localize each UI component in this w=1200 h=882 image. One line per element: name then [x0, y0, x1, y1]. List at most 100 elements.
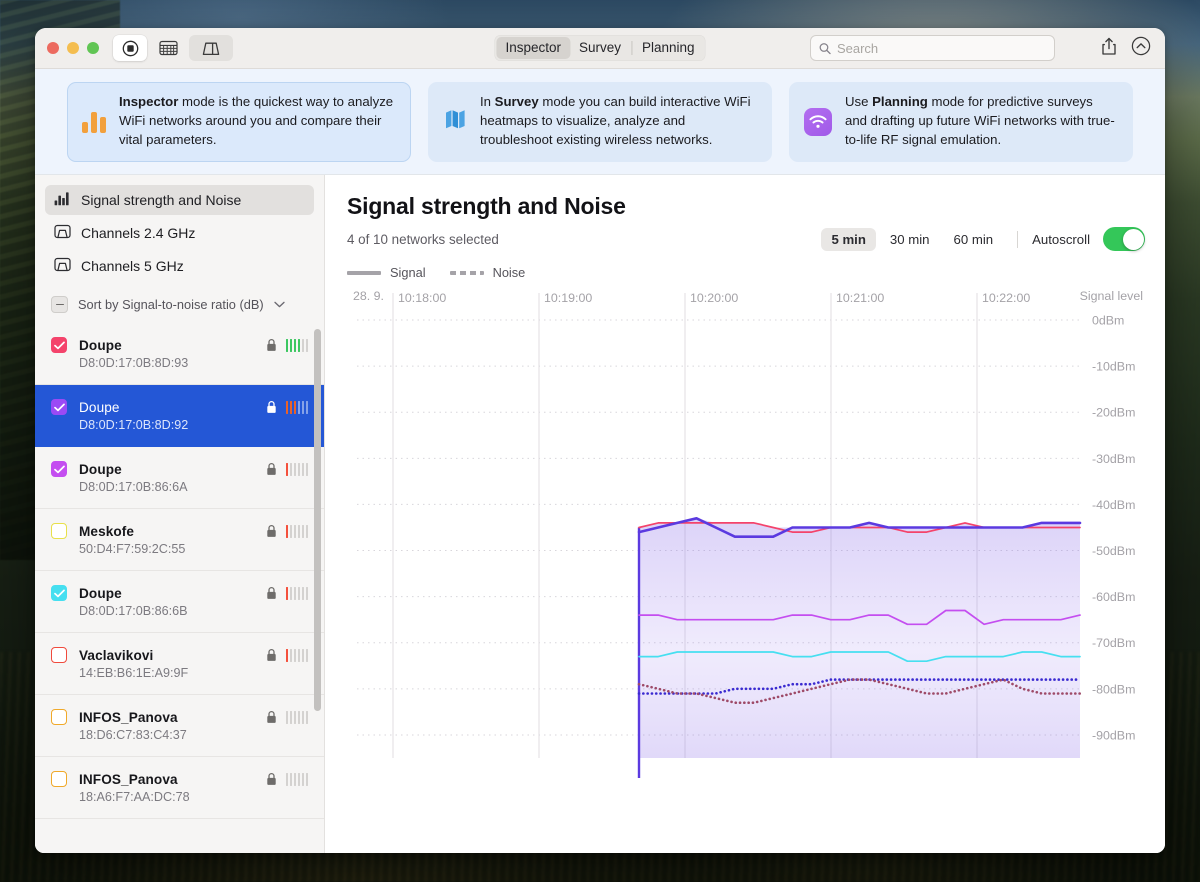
- zoom-button[interactable]: [87, 42, 99, 54]
- network-ssid: Doupe: [79, 461, 122, 477]
- legend-item-noise: Noise: [449, 265, 526, 280]
- network-checkbox[interactable]: [51, 337, 67, 353]
- signal-strength-bars: [285, 400, 308, 414]
- legend-label: Noise: [492, 265, 526, 280]
- table-row[interactable]: INFOS_Panova 18:A6:F7:AA:DC:78: [35, 757, 324, 819]
- network-checkbox[interactable]: [51, 585, 67, 601]
- network-checkbox[interactable]: [51, 647, 67, 663]
- chart-ytick-label: -60dBm: [1092, 590, 1135, 604]
- network-checkbox[interactable]: [51, 709, 67, 725]
- chevron-down-icon[interactable]: [273, 301, 285, 308]
- network-list[interactable]: Doupe D8:0D:17:0B:8D:93 Doupe D8:0D:17:0B:8…: [35, 323, 324, 853]
- chart-ytick-label: -40dBm: [1092, 498, 1135, 512]
- share-icon[interactable]: [1101, 37, 1117, 56]
- time-range-30min[interactable]: 30 min: [880, 228, 940, 251]
- chart-subheader: 4 of 10 networks selected 5 min 30 min 6…: [347, 227, 1145, 251]
- chart-xtick-label: 10:21:00: [836, 291, 884, 305]
- network-list-scrollbar[interactable]: [314, 329, 321, 853]
- network-mac-address: 18:D6:C7:83:C4:37: [79, 727, 187, 742]
- map-view-button[interactable]: [189, 35, 233, 61]
- lock-icon: [266, 400, 276, 413]
- network-ssid: INFOS_Panova: [79, 709, 178, 725]
- network-ssid: Doupe: [79, 399, 120, 415]
- chart-ytick-label: -20dBm: [1092, 406, 1135, 420]
- lock-icon: [266, 338, 276, 351]
- network-mac-address: 18:A6:F7:AA:DC:78: [79, 789, 190, 804]
- sidebar-item-channels-5[interactable]: Channels 5 GHz: [45, 251, 314, 281]
- minimize-button[interactable]: [67, 42, 79, 54]
- promo-card-inspector[interactable]: Inspector mode is the quickest way to an…: [67, 81, 411, 162]
- map-icon: [443, 107, 467, 136]
- sort-label: Sort by Signal-to-noise ratio (dB): [78, 297, 264, 312]
- network-checkbox[interactable]: [51, 771, 67, 787]
- table-row[interactable]: Doupe D8:0D:17:0B:86:6A: [35, 447, 324, 509]
- bar-chart-icon: [54, 191, 71, 209]
- autoscroll-toggle[interactable]: [1103, 227, 1145, 251]
- traffic-lights: [47, 42, 99, 54]
- legend-label: Signal: [390, 265, 426, 280]
- search-icon: [819, 42, 831, 54]
- tab-planning[interactable]: Planning: [633, 37, 704, 59]
- lock-icon: [266, 710, 276, 723]
- time-range-5min[interactable]: 5 min: [821, 227, 876, 251]
- legend-item-signal: Signal: [347, 265, 426, 280]
- promo-banner: Inspector mode is the quickest way to an…: [35, 69, 1165, 175]
- network-mac-address: D8:0D:17:0B:8D:93: [79, 355, 189, 370]
- channel-chart-icon: [54, 224, 71, 242]
- table-row[interactable]: INFOS_Panova 18:D6:C7:83:C4:37: [35, 695, 324, 757]
- scrollbar-thumb[interactable]: [314, 329, 321, 711]
- networks-selected-count: 4 of 10 networks selected: [347, 231, 499, 247]
- signal-strength-bars: [285, 586, 308, 600]
- chart-xtick-label: 10:20:00: [690, 291, 738, 305]
- close-button[interactable]: [47, 42, 59, 54]
- promo-text-planning: Use Planning mode for predictive surveys…: [845, 93, 1118, 149]
- chart-ytick-label: -10dBm: [1092, 360, 1135, 374]
- search-field[interactable]: [810, 35, 1055, 61]
- sort-bar[interactable]: Sort by Signal-to-noise ratio (dB): [35, 284, 324, 323]
- signal-strength-bars: [285, 524, 308, 538]
- chart-ytick-label: 0dBm: [1092, 314, 1124, 328]
- table-row[interactable]: Doupe D8:0D:17:0B:86:6B: [35, 571, 324, 633]
- chart-area[interactable]: 28. 9. Signal level 0dBm -10dBm -20dBm -30d…: [347, 288, 1145, 808]
- mode-tabs[interactable]: Inspector Survey Planning: [494, 35, 706, 61]
- signal-strength-bars: [285, 648, 308, 662]
- promo-mode-planning: Planning: [872, 94, 928, 110]
- page-title: Signal strength and Noise: [347, 193, 626, 219]
- network-ssid: INFOS_Panova: [79, 771, 178, 787]
- table-row[interactable]: Doupe D8:0D:17:0B:8D:92: [35, 385, 324, 447]
- chart-xtick-label: 10:18:00: [398, 291, 446, 305]
- sidebar-item-signal-strength-and-noise[interactable]: Signal strength and Noise: [45, 185, 314, 215]
- network-checkbox[interactable]: [51, 523, 67, 539]
- window-body: Signal strength and Noise Channels 2.4 G…: [35, 175, 1165, 853]
- table-row[interactable]: Meskofe 50:D4:F7:59:2C:55: [35, 509, 324, 571]
- network-mac-address: D8:0D:17:0B:86:6B: [79, 603, 188, 618]
- search-input[interactable]: [836, 40, 1046, 56]
- lock-icon: [266, 586, 276, 599]
- chart-controls: 5 min 30 min 60 min Autoscroll: [821, 227, 1145, 251]
- network-checkbox[interactable]: [51, 461, 67, 477]
- chevron-up-circle-icon[interactable]: [1131, 36, 1151, 56]
- time-range-60min[interactable]: 60 min: [944, 228, 1004, 251]
- record-stop-button[interactable]: [113, 35, 147, 61]
- promo-card-survey[interactable]: In Survey mode you can build interactive…: [428, 81, 772, 162]
- promo-mode-survey: Survey: [494, 94, 539, 110]
- chart-panel: Signal strength and Noise 4 of 10 networ…: [325, 175, 1165, 853]
- minus-icon[interactable]: [51, 296, 68, 313]
- tab-inspector[interactable]: Inspector: [496, 37, 570, 59]
- sidebar-item-label: Channels 5 GHz: [81, 258, 184, 274]
- network-ssid: Doupe: [79, 337, 122, 353]
- sidebar-item-channels-24[interactable]: Channels 2.4 GHz: [45, 218, 314, 248]
- tab-survey[interactable]: Survey: [570, 37, 630, 59]
- table-view-button[interactable]: [151, 35, 185, 61]
- bar-chart-icon: [82, 111, 106, 133]
- promo-prefix-planning: Use: [845, 94, 873, 110]
- promo-card-planning[interactable]: Use Planning mode for predictive surveys…: [789, 81, 1133, 162]
- table-row[interactable]: Doupe D8:0D:17:0B:8D:93: [35, 323, 324, 385]
- stop-record-icon: [122, 40, 138, 56]
- chart-xtick-label: 10:19:00: [544, 291, 592, 305]
- signal-strength-bars: [285, 772, 308, 786]
- promo-mode-inspector: Inspector: [119, 94, 179, 110]
- network-checkbox[interactable]: [51, 399, 67, 415]
- table-row[interactable]: Vaclavikovi 14:EB:B6:1E:A9:9F: [35, 633, 324, 695]
- signal-noise-chart: 0dBm -10dBm -20dBm -30dBm -40dBm -50dBm -60dBm…: [357, 291, 1135, 778]
